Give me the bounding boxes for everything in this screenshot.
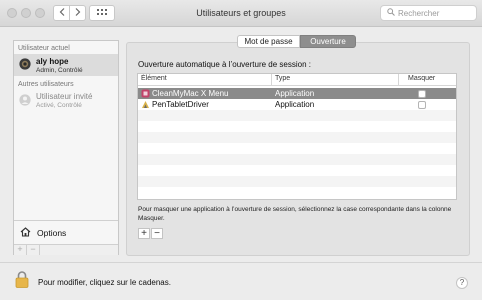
other-users-header: Autres utilisateurs: [18, 81, 74, 88]
empty-row: [138, 154, 456, 165]
empty-row: [138, 176, 456, 187]
remove-login-item-button[interactable]: −: [151, 228, 163, 239]
current-user-role: Admin, Contrôlé: [36, 67, 83, 74]
item-name: PenTabletDriver: [152, 100, 209, 109]
hide-checkbox[interactable]: [418, 100, 426, 109]
item-type: Application: [275, 89, 315, 98]
current-user-name: aly hope: [36, 57, 69, 66]
search-field[interactable]: Rechercher: [380, 5, 477, 21]
current-user-header: Utilisateur actuel: [18, 45, 70, 52]
search-placeholder: Rechercher: [398, 8, 440, 18]
lock-message: Pour modifier, cliquez sur le cadenas.: [38, 278, 171, 287]
tab-login-items[interactable]: Ouverture: [300, 35, 356, 48]
login-items-table: Élément Type Masquer CleanMyMac X Menu A…: [137, 73, 457, 200]
guest-avatar: [19, 94, 31, 108]
guest-user-role: Activé, Contrôlé: [36, 102, 82, 109]
options-label: Options: [37, 227, 67, 238]
item-type: Application: [275, 100, 315, 109]
hide-hint-text: Pour masquer une application à l’ouvertu…: [138, 206, 452, 222]
current-user-row[interactable]: aly hope Admin, Contrôlé: [14, 54, 118, 76]
table-row[interactable]: CleanMyMac X Menu Application: [138, 88, 456, 99]
column-item-header[interactable]: Élément: [141, 75, 167, 82]
footer-divider: [0, 262, 482, 263]
guest-user-row[interactable]: Utilisateur invité Activé, Contrôlé: [14, 90, 118, 112]
add-user-button[interactable]: +: [14, 245, 27, 255]
hide-checkbox[interactable]: [418, 89, 426, 98]
avatar: [19, 58, 31, 72]
empty-row: [138, 110, 456, 121]
padlock-icon[interactable]: [15, 271, 29, 290]
login-items-heading: Ouverture automatique à l’ouverture de s…: [138, 60, 311, 69]
column-hide-header[interactable]: Masquer: [408, 75, 435, 82]
column-divider: [271, 74, 272, 85]
login-options-button[interactable]: Options: [14, 220, 118, 244]
table-header: Élément Type Masquer: [138, 74, 456, 86]
table-row[interactable]: PenTabletDriver Application: [138, 99, 456, 110]
empty-row: [138, 132, 456, 143]
column-type-header[interactable]: Type: [275, 75, 290, 82]
house-icon: [20, 226, 31, 239]
search-icon: [387, 8, 398, 18]
column-divider: [398, 74, 399, 85]
tab-password[interactable]: Mot de passe: [237, 35, 300, 48]
remove-user-button[interactable]: −: [27, 245, 40, 255]
sidebar-add-remove-bar: + −: [14, 244, 118, 255]
item-name: CleanMyMac X Menu: [152, 89, 229, 98]
guest-user-name: Utilisateur invité: [36, 92, 93, 101]
users-sidebar: Utilisateur actuel aly hope Admin, Contr…: [13, 40, 119, 255]
help-button[interactable]: ?: [456, 277, 468, 289]
add-login-item-button[interactable]: +: [138, 228, 150, 239]
